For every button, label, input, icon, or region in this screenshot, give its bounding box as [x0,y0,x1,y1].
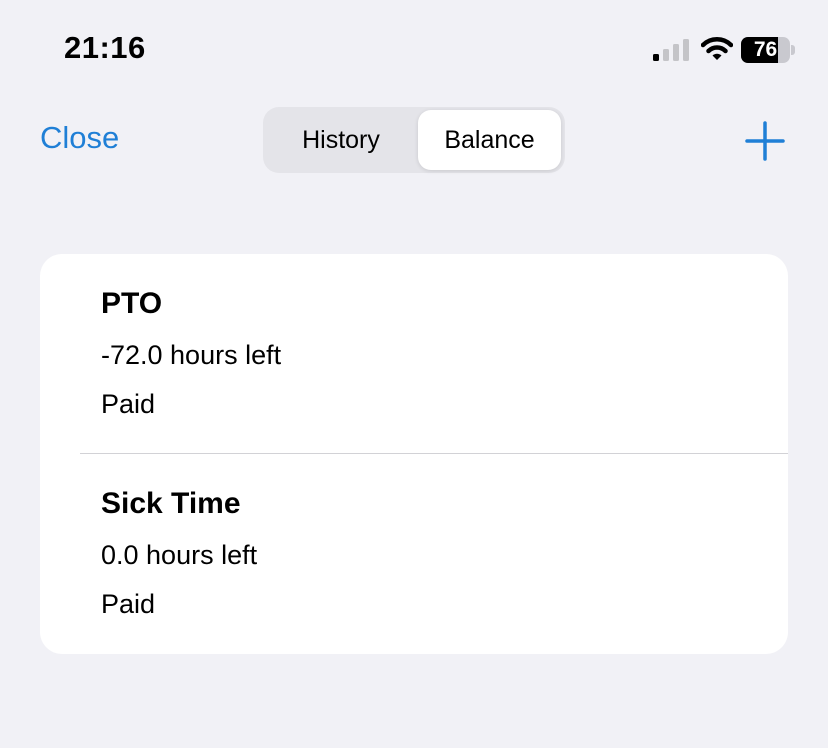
balance-title: PTO [101,287,163,320]
segmented-control: History Balance [263,107,565,173]
battery-tip [791,45,795,55]
nav-bar: Close History Balance [0,100,828,180]
close-button[interactable]: Close [40,120,119,156]
status-time: 21:16 [64,30,146,65]
battery-level: 76 [753,38,778,61]
signal-icon [653,39,689,61]
balance-type: Paid [101,589,156,619]
battery-body: 76 [741,37,790,63]
status-bar: 21:16 76 [0,0,828,100]
list-item-sick-time[interactable]: Sick Time 0.0 hours left Paid [40,454,788,654]
balance-type: Paid [101,389,156,419]
tab-history[interactable]: History [267,110,415,170]
balance-list: PTO -72.0 hours left Paid Sick Time 0.0 … [40,254,788,654]
wifi-icon [701,37,733,60]
list-item-pto[interactable]: PTO -72.0 hours left Paid [40,254,788,454]
balance-hours: -72.0 hours left [101,340,282,370]
tab-balance[interactable]: Balance [418,110,561,170]
battery-icon: 76 [741,37,795,63]
balance-title: Sick Time [101,487,241,520]
balance-hours: 0.0 hours left [101,540,258,570]
plus-icon[interactable] [744,120,786,162]
